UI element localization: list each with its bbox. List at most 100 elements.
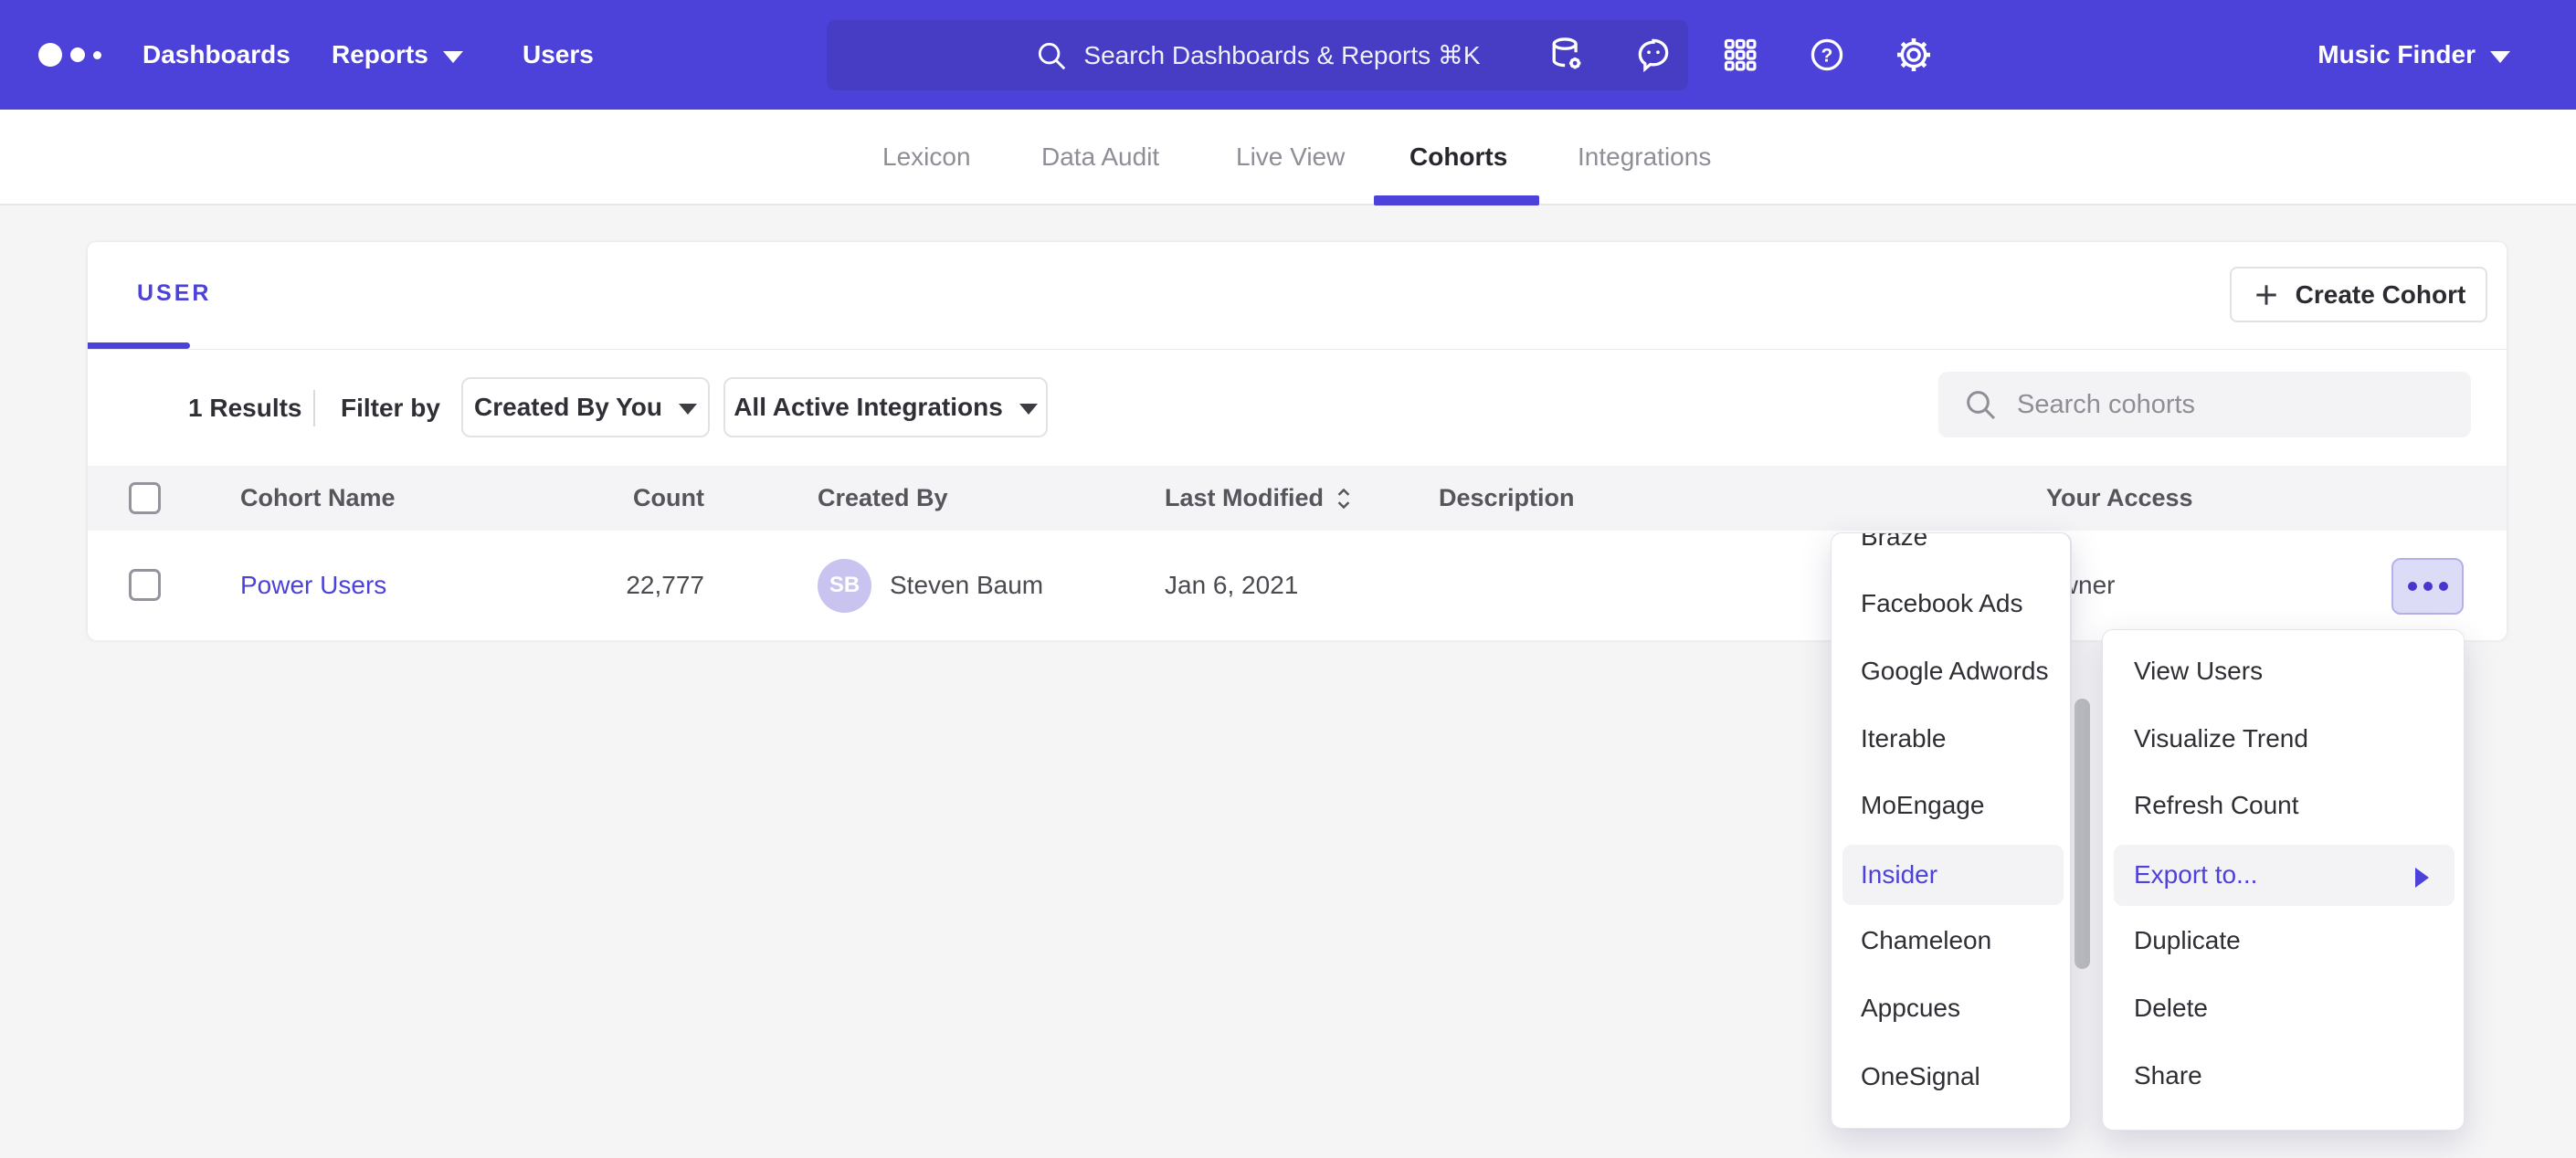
tab-integrations[interactable]: Integrations: [1578, 110, 1711, 204]
submenu-item-iterable-label: Iterable: [1861, 724, 1946, 753]
submenu-item-braze-label: Braze: [1861, 532, 1927, 552]
table-row[interactable]: Power Users 22,777 SB Steven Baum Jan 6,…: [88, 531, 2507, 640]
tab-live-view-label: Live View: [1236, 142, 1345, 172]
section-tabs: Lexicon Data Audit Live View Cohorts Int…: [0, 110, 2576, 205]
cohort-count: 22,777: [526, 571, 704, 600]
created-by-cell: SB Steven Baum: [818, 559, 1043, 613]
menu-item-share[interactable]: Share: [2103, 1043, 2464, 1109]
menu-item-duplicate[interactable]: Duplicate: [2103, 908, 2464, 974]
last-modified-cell: Jan 6, 2021: [1165, 571, 1298, 600]
tab-lexicon-label: Lexicon: [882, 142, 971, 172]
submenu-item-iterable[interactable]: Iterable: [1832, 706, 2070, 772]
submenu-item-appcues-label: Appcues: [1861, 994, 1960, 1023]
submenu-item-appcues[interactable]: Appcues: [1832, 975, 2070, 1041]
submenu-item-facebook-ads[interactable]: Facebook Ads: [1832, 571, 2070, 637]
menu-item-refresh-count-label: Refresh Count: [2134, 791, 2299, 820]
sort-icon: [1333, 485, 1355, 512]
chevron-down-icon: [2490, 51, 2510, 63]
cohort-name-link[interactable]: Power Users: [240, 571, 386, 600]
user-tab-underline: [88, 342, 190, 349]
col-last-modified-label: Last Modified: [1165, 484, 1324, 512]
menu-item-delete[interactable]: Delete: [2103, 975, 2464, 1041]
creator-name: Steven Baum: [890, 571, 1043, 600]
submenu-scrollbar-thumb[interactable]: [2075, 699, 2090, 969]
created-by-filter-label: Created By You: [474, 393, 662, 422]
select-all-checkbox[interactable]: [129, 482, 161, 514]
created-by-filter-dropdown[interactable]: Created By You: [461, 377, 710, 437]
global-search-placeholder: Search Dashboards & Reports ⌘K: [1083, 40, 1480, 70]
menu-item-export-to[interactable]: Export to...: [2103, 842, 2464, 908]
create-cohort-label: Create Cohort: [2296, 280, 2466, 310]
plus-icon: [2252, 280, 2281, 310]
row-actions-button[interactable]: [2391, 558, 2464, 615]
tab-cohorts-label: Cohorts: [1409, 142, 1507, 172]
create-cohort-button[interactable]: Create Cohort: [2230, 267, 2487, 322]
menu-item-duplicate-label: Duplicate: [2134, 926, 2241, 955]
project-name: Music Finder: [2317, 40, 2476, 69]
nav-icon-group: ?: [1544, 0, 1937, 110]
tab-cohorts[interactable]: Cohorts: [1409, 110, 1507, 204]
data-management-icon[interactable]: [1544, 32, 1589, 78]
menu-item-visualize-trend[interactable]: Visualize Trend: [2103, 706, 2464, 772]
feedback-icon[interactable]: [1631, 32, 1676, 78]
search-icon: [1034, 38, 1069, 73]
submenu-item-braze[interactable]: Braze: [1832, 532, 2070, 570]
submenu-arrow-icon: [2415, 868, 2429, 888]
submenu-item-chameleon[interactable]: Chameleon: [1832, 908, 2070, 974]
col-your-access[interactable]: Your Access: [2046, 484, 2193, 512]
col-created-by[interactable]: Created By: [818, 484, 948, 512]
cohorts-card: USER Create Cohort 1 Results Filter by C…: [87, 241, 2507, 640]
menu-item-view-users-label: View Users: [2134, 657, 2263, 686]
col-count[interactable]: Count: [526, 484, 704, 512]
menu-item-refresh-count[interactable]: Refresh Count: [2103, 773, 2464, 838]
dot-icon: [2408, 582, 2417, 591]
cohort-search-box[interactable]: [1938, 372, 2471, 437]
tab-live-view[interactable]: Live View: [1236, 110, 1345, 204]
submenu-item-google-adwords[interactable]: Google Adwords: [1832, 638, 2070, 704]
nav-dashboards[interactable]: Dashboards: [143, 0, 290, 110]
submenu-item-insider[interactable]: Insider: [1832, 842, 2070, 908]
mixpanel-logo-icon[interactable]: [38, 0, 101, 110]
menu-item-share-label: Share: [2134, 1061, 2202, 1090]
integrations-filter-dropdown[interactable]: All Active Integrations: [723, 377, 1048, 437]
avatar: SB: [818, 559, 871, 613]
submenu-item-moengage-label: MoEngage: [1861, 791, 1984, 820]
nav-users-label: Users: [523, 40, 594, 69]
svg-text:?: ?: [1821, 46, 1833, 67]
submenu-item-facebook-ads-label: Facebook Ads: [1861, 589, 2022, 618]
submenu-item-moengage[interactable]: MoEngage: [1832, 773, 2070, 838]
submenu-item-onesignal[interactable]: OneSignal: [1832, 1044, 2070, 1110]
tab-data-audit-label: Data Audit: [1041, 142, 1159, 172]
dot-icon: [2423, 582, 2433, 591]
search-icon: [1962, 386, 1999, 423]
nav-users[interactable]: Users: [523, 0, 594, 110]
submenu-item-google-adwords-label: Google Adwords: [1861, 657, 2048, 686]
nav-dashboards-label: Dashboards: [143, 40, 290, 69]
apps-grid-icon[interactable]: [1717, 32, 1763, 78]
settings-gear-icon[interactable]: [1891, 32, 1937, 78]
nav-reports[interactable]: Reports: [332, 0, 463, 110]
help-icon[interactable]: ?: [1804, 32, 1850, 78]
row-context-menu: View Users Visualize Trend Refresh Count…: [2102, 629, 2465, 1131]
col-last-modified[interactable]: Last Modified: [1165, 484, 1355, 512]
filter-row: 1 Results Filter by Created By You All A…: [88, 350, 2507, 466]
submenu-item-insider-label: Insider: [1861, 860, 1937, 890]
active-tab-underline: [1374, 195, 1539, 205]
dot-icon: [2439, 582, 2448, 591]
col-description[interactable]: Description: [1439, 484, 1575, 512]
filter-by-label: Filter by: [341, 350, 440, 466]
chevron-down-icon: [443, 51, 463, 63]
col-cohort-name[interactable]: Cohort Name: [240, 484, 396, 512]
integrations-filter-label: All Active Integrations: [734, 393, 1003, 422]
cohort-search-input[interactable]: [2017, 390, 2428, 420]
divider: [313, 390, 315, 426]
project-switcher[interactable]: Music Finder: [2317, 0, 2510, 110]
tab-lexicon[interactable]: Lexicon: [882, 110, 971, 204]
export-to-submenu: Braze Facebook Ads Google Adwords Iterab…: [1831, 532, 2072, 1129]
menu-item-view-users[interactable]: View Users: [2103, 638, 2464, 704]
tab-data-audit[interactable]: Data Audit: [1041, 110, 1159, 204]
submenu-item-onesignal-label: OneSignal: [1861, 1062, 1980, 1091]
row-checkbox[interactable]: [129, 569, 161, 601]
nav-reports-label: Reports: [332, 40, 428, 69]
tab-user-cohorts[interactable]: USER: [137, 280, 211, 307]
